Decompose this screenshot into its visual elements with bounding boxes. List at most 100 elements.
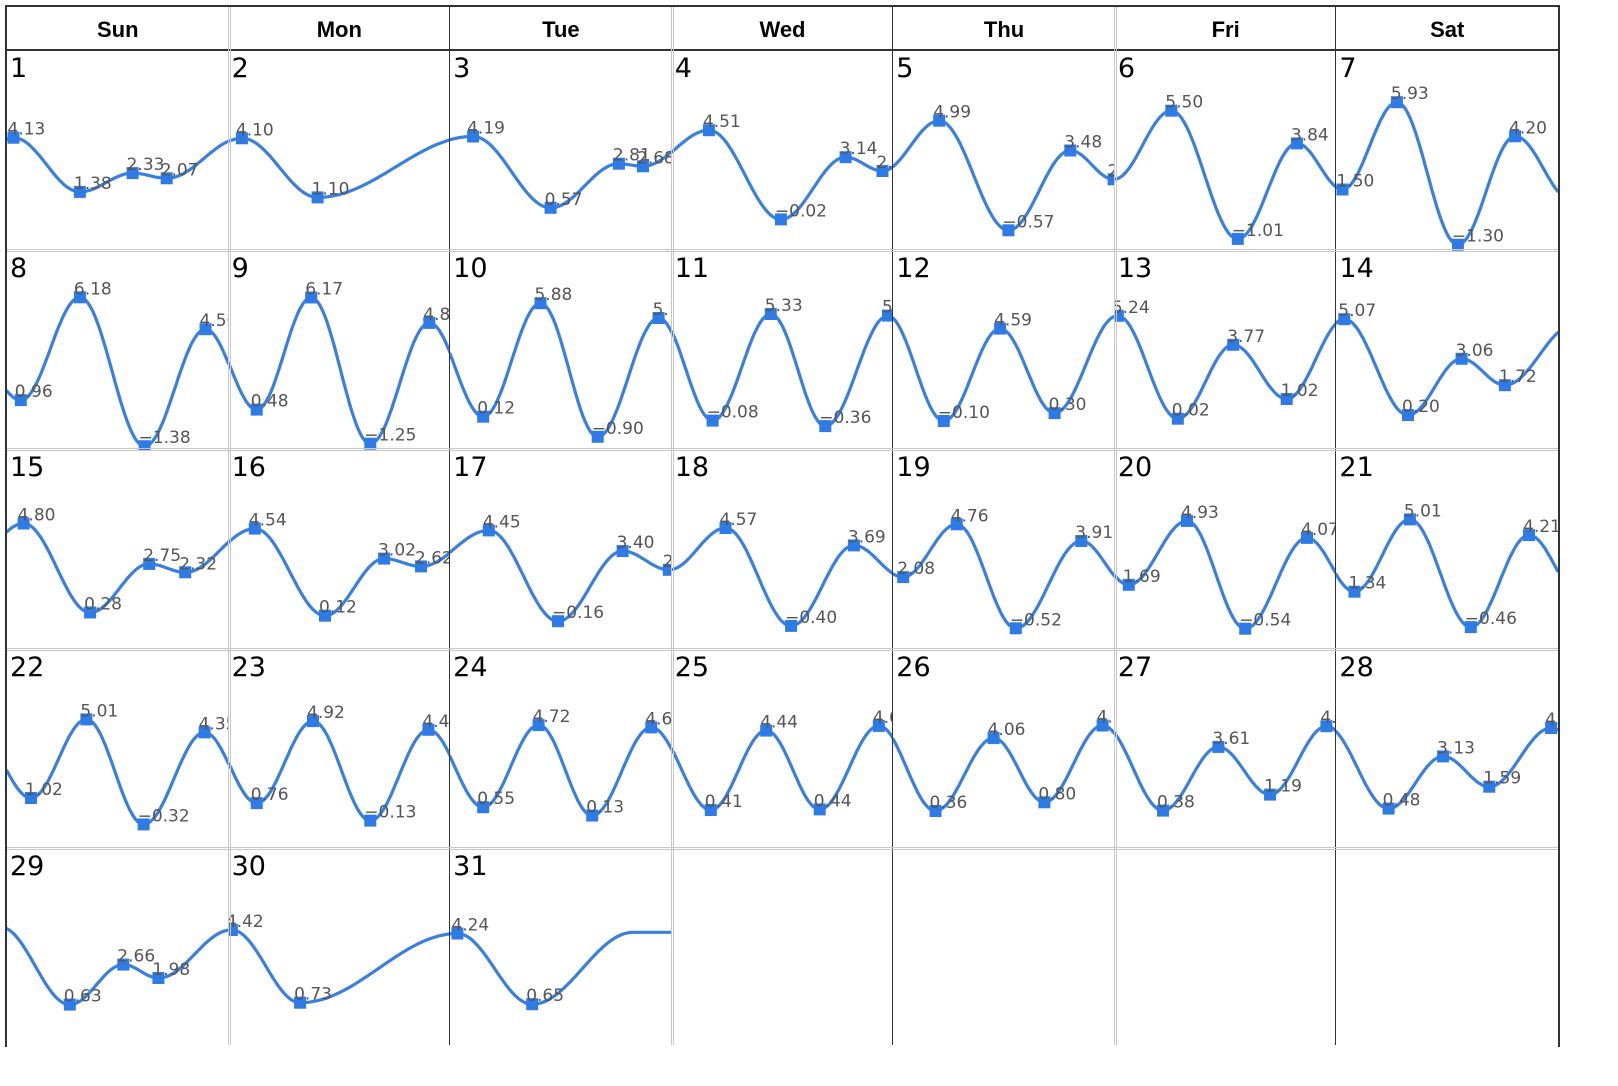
column-divider bbox=[1113, 7, 1117, 1045]
tide-chart-day-12: −0.10 4.59 0.30 bbox=[893, 310, 1115, 427]
tide-value-label: 0.48 bbox=[250, 391, 288, 411]
tide-value-label: 4.72 bbox=[533, 707, 571, 727]
day-cell-19[interactable]: 19 2.08 4.76 −0.52 3.91 bbox=[893, 450, 1115, 650]
tide-value-label: 0.96 bbox=[15, 382, 53, 402]
tide-value-label: 4.92 bbox=[307, 703, 345, 723]
day-cell-29[interactable]: 29 0.63 2.66 1.98 bbox=[7, 849, 229, 1049]
day-cell-18[interactable]: 18 4.57 −0.40 3.69 bbox=[671, 450, 894, 650]
day-cell-6[interactable]: 6 5.50 −1.01 3.84 bbox=[1114, 51, 1337, 251]
tide-value-label: 4.76 bbox=[951, 506, 989, 526]
tide-chart-day-22: 1.02 5.01 −0.32 4.35 bbox=[7, 701, 229, 831]
day-cell-21[interactable]: 21 1.34 5.01 −0.46 4.21 bbox=[1336, 450, 1558, 650]
day-cell-30[interactable]: 30 4.42 0.73 bbox=[228, 849, 451, 1049]
day-cell-31[interactable]: 31 4.24 0.65 bbox=[450, 849, 672, 1049]
tide-value-label: 0.63 bbox=[64, 987, 102, 1007]
tide-value-label: 4.21 bbox=[1523, 517, 1558, 537]
day-cell-22[interactable]: 221.025.01−0.324.35 bbox=[7, 649, 229, 850]
tide-value-label: 3.13 bbox=[1438, 738, 1476, 758]
day-cell-10[interactable]: 100.125.88−0.905.13 bbox=[450, 250, 672, 451]
tide-value-label: −0.10 bbox=[938, 403, 990, 423]
tide-value-label: 0.44 bbox=[813, 791, 851, 811]
tide-value-label: 4.42 bbox=[229, 912, 264, 932]
tide-chart-day-19: 2.08 4.76 −0.52 3.91 bbox=[893, 506, 1115, 635]
tide-value-label: 4.13 bbox=[8, 120, 46, 140]
weekday-header-thu: Thu bbox=[983, 17, 1025, 42]
tide-chart-day-11: −0.085.33−0.365.25 bbox=[671, 296, 894, 432]
tide-value-label: 1.98 bbox=[152, 960, 190, 980]
day-cell-28[interactable]: 280.483.131.594.57 bbox=[1336, 649, 1558, 850]
tide-value-label: 4.57 bbox=[1546, 710, 1558, 730]
tide-value-label: 0.55 bbox=[477, 789, 515, 809]
tide-value-label: 4.56 bbox=[200, 311, 229, 331]
tide-value-label: 4.51 bbox=[703, 112, 741, 132]
day-cell-14[interactable]: 14 5.07 0.20 3.06 1.72 bbox=[1336, 250, 1558, 451]
tide-value-label: 4.70 bbox=[1097, 707, 1115, 727]
tide-value-label: 0.76 bbox=[250, 785, 288, 805]
tide-value-label: 4.68 bbox=[873, 708, 894, 728]
day-cell-5[interactable]: 54.99−0.573.482.02 bbox=[893, 51, 1115, 251]
tide-chart-day-29: 0.63 2.661.98 bbox=[7, 927, 229, 1011]
tide-curve bbox=[228, 295, 451, 445]
empty-day-cell bbox=[893, 849, 1115, 1049]
tide-chart-day-18: 4.57 −0.40 3.69 bbox=[671, 510, 894, 633]
tide-value-label: −1.38 bbox=[139, 428, 191, 448]
tide-value-label: 3.77 bbox=[1227, 326, 1265, 346]
tide-curve bbox=[7, 295, 229, 448]
tide-chart-day-17: 4.45−0.163.402.45 bbox=[450, 513, 672, 628]
day-cell-4[interactable]: 44.51−0.023.142.44 bbox=[671, 51, 894, 251]
row-divider bbox=[7, 647, 1558, 651]
day-cell-24[interactable]: 240.554.720.134.60 bbox=[450, 649, 672, 850]
tide-chart-day-8: 0.96 6.18 −1.38 4.56 bbox=[7, 279, 229, 451]
tide-value-label: 3.48 bbox=[1065, 133, 1103, 153]
day-cell-1[interactable]: 1 4.13 1.38 2.33 2.07 bbox=[7, 51, 229, 251]
day-cell-9[interactable]: 90.486.17−1.254.88 bbox=[228, 250, 451, 451]
tide-chart-day-7: 1.50 5.93 −1.30 4.20 bbox=[1336, 84, 1558, 251]
day-cell-7[interactable]: 7 1.50 5.93 −1.30 4.20 bbox=[1336, 51, 1558, 251]
tide-value-label: 2.33 bbox=[127, 155, 165, 175]
tide-value-label: 2.68 bbox=[637, 148, 672, 168]
tide-value-label: 1.19 bbox=[1264, 776, 1302, 796]
day-cell-20[interactable]: 20 1.69 4.93 −0.54 4.07 bbox=[1114, 450, 1337, 650]
tide-value-label: 4.35 bbox=[199, 714, 229, 734]
tide-value-label: 4.19 bbox=[467, 119, 505, 139]
day-cell-3[interactable]: 3 4.19 0.57 2.81 2.68 bbox=[450, 51, 672, 251]
day-cell-17[interactable]: 174.45−0.163.402.45 bbox=[450, 450, 672, 650]
day-cell-27[interactable]: 270.383.611.194.66 bbox=[1114, 649, 1337, 850]
tide-value-label: 5.24 bbox=[1115, 297, 1150, 317]
tide-value-label: 3.06 bbox=[1456, 340, 1494, 360]
day-cell-12[interactable]: 12 −0.10 4.59 0.30 bbox=[893, 250, 1115, 451]
tide-value-label: 1.02 bbox=[25, 780, 63, 800]
tide-value-label: 4.48 bbox=[422, 712, 450, 732]
tide-value-label: 2.66 bbox=[117, 947, 155, 967]
day-cell-13[interactable]: 13 5.24 0.02 3.77 1.02 bbox=[1114, 250, 1337, 451]
weekday-header-sat: Sat bbox=[1430, 17, 1465, 42]
tide-chart-day-21: 1.34 5.01 −0.46 4.21 bbox=[1336, 502, 1558, 634]
day-cell-2[interactable]: 2 4.10 1.10 bbox=[228, 51, 451, 251]
tide-value-label: 4.54 bbox=[248, 511, 286, 531]
tide-value-label: 1.50 bbox=[1337, 172, 1375, 192]
tide-value-label: 1.59 bbox=[1484, 768, 1522, 788]
tide-chart-day-16: 4.54 0.12 3.02 2.62 bbox=[228, 511, 451, 622]
tide-value-label: 4.60 bbox=[645, 709, 671, 729]
tide-value-label: 5.01 bbox=[1404, 502, 1442, 522]
tide-value-label: 0.20 bbox=[1402, 397, 1440, 417]
tide-value-label: 0.30 bbox=[1049, 395, 1087, 415]
day-cell-26[interactable]: 260.364.060.804.70 bbox=[893, 649, 1115, 850]
tide-chart-day-4: 4.51 −0.02 3.142.44 bbox=[671, 112, 894, 226]
tide-value-label: 2.75 bbox=[143, 546, 181, 566]
day-cell-16[interactable]: 16 4.54 0.12 3.02 2.62 bbox=[228, 450, 451, 650]
day-cell-15[interactable]: 15 4.80 0.28 2.75 2.32 bbox=[7, 450, 229, 650]
tide-chart-day-26: 0.36 4.06 0.80 4.70 bbox=[893, 707, 1115, 817]
tide-value-label: 4.10 bbox=[235, 120, 273, 140]
day-cell-25[interactable]: 250.414.440.444.68 bbox=[671, 649, 894, 850]
row-divider bbox=[7, 847, 1558, 851]
tide-curve bbox=[7, 717, 229, 826]
day-cell-8[interactable]: 80.966.18−1.384.56 bbox=[7, 250, 229, 451]
tide-value-label: 4.45 bbox=[483, 513, 521, 533]
day-cell-23[interactable]: 230.764.92−0.134.48 bbox=[228, 649, 451, 850]
tide-value-label: 4.44 bbox=[760, 712, 798, 732]
day-cell-11[interactable]: 11−0.085.33−0.365.25 bbox=[671, 250, 894, 451]
tide-chart-day-1: 4.13 1.38 2.332.07 bbox=[7, 120, 229, 198]
tide-value-label: −0.32 bbox=[138, 806, 190, 826]
tide-chart-day-24: 0.55 4.72 0.13 4.60 bbox=[450, 707, 672, 822]
